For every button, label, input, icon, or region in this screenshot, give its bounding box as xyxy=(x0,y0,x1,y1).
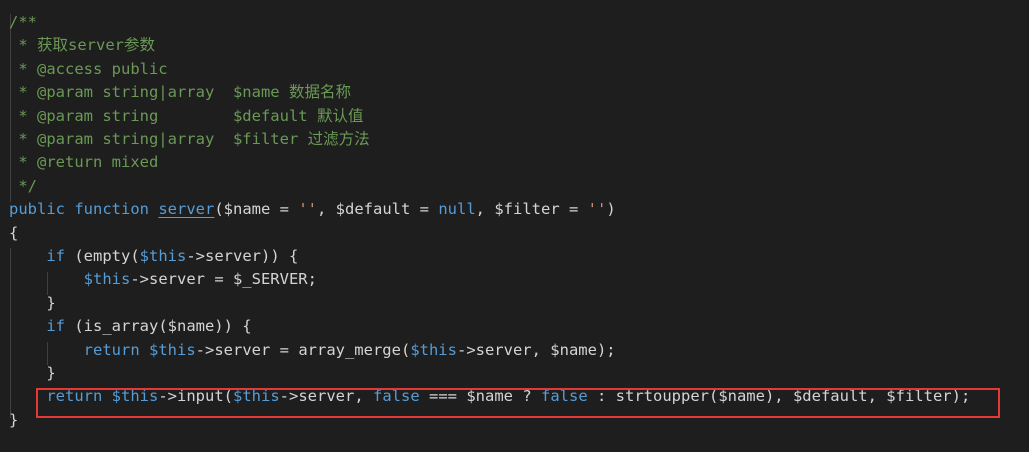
code-token-this: $this xyxy=(149,340,196,359)
code-token-text: ->server, $name); xyxy=(456,340,616,359)
code-token-text: ->server = $_SERVER; xyxy=(130,270,317,289)
code-line: if (empty($this->server)) { xyxy=(9,245,298,268)
code-line: /** xyxy=(9,11,37,34)
code-token-comment: * @param string $default 默认值 xyxy=(9,106,364,125)
code-line: if (is_array($name)) { xyxy=(9,315,252,338)
code-token-text: , $filter = xyxy=(475,200,588,219)
code-token-text: } xyxy=(9,364,56,382)
code-line: { xyxy=(9,222,18,245)
code-editor[interactable]: /** * 获取server参数 * @access public * @par… xyxy=(0,0,1029,452)
code-line: * @param string $default 默认值 xyxy=(9,105,363,128)
code-line: */ xyxy=(9,175,37,198)
code-line: * @param string|array $name 数据名称 xyxy=(9,81,351,104)
code-line: * @return mixed xyxy=(9,151,158,174)
code-token-keyword: public xyxy=(9,200,65,219)
code-token-text: (is_array($name)) { xyxy=(65,317,252,336)
code-token-keyword: null xyxy=(438,200,476,219)
code-token-comment: * @return mixed xyxy=(9,153,159,172)
code-token-keyword: if xyxy=(46,247,65,265)
code-line: return $this->server = array_merge($this… xyxy=(9,339,616,362)
code-token-text: ->server)) { xyxy=(186,247,299,265)
code-line: public function server($name = '', $defa… xyxy=(9,198,616,221)
code-line: * 获取server参数 xyxy=(9,34,155,57)
code-token-text: ) xyxy=(606,200,616,219)
code-token-comment: * @access public xyxy=(9,59,168,78)
code-line: * @access public xyxy=(9,58,168,81)
code-token-func: server xyxy=(158,200,215,219)
code-token-text: ->server = array_merge( xyxy=(195,340,411,359)
code-token-this: $this xyxy=(83,270,131,289)
code-token-text: } xyxy=(9,293,56,312)
highlight-box xyxy=(36,388,1000,418)
code-line: $this->server = $_SERVER; xyxy=(9,268,317,291)
code-line: } xyxy=(9,362,56,385)
code-token-text: (empty( xyxy=(65,247,140,265)
code-line: } xyxy=(9,292,56,315)
code-token-text: { xyxy=(9,223,19,242)
code-token-comment: * @param string|array $filter 过滤方法 xyxy=(9,130,370,148)
code-token-comment: */ xyxy=(9,176,37,195)
code-token-comment: * 获取server参数 xyxy=(9,36,155,55)
code-token-keyword: if xyxy=(46,317,65,336)
code-token-comment: /** xyxy=(9,13,37,31)
code-token-keyword: function xyxy=(74,200,149,219)
code-token-comment: * @param string|array $name 数据名称 xyxy=(9,83,351,102)
code-token-text: ($name = xyxy=(214,200,299,219)
code-line: * @param string|array $filter 过滤方法 xyxy=(9,128,370,151)
code-token-this: $this xyxy=(410,340,457,359)
code-token-text: } xyxy=(9,410,19,429)
code-token-string: '' xyxy=(298,200,318,219)
code-token-keyword: return xyxy=(83,340,140,359)
code-token-text: , $default = xyxy=(317,200,439,219)
code-line: } xyxy=(9,409,18,432)
code-token-this: $this xyxy=(139,247,187,265)
code-token-string: '' xyxy=(587,200,607,219)
